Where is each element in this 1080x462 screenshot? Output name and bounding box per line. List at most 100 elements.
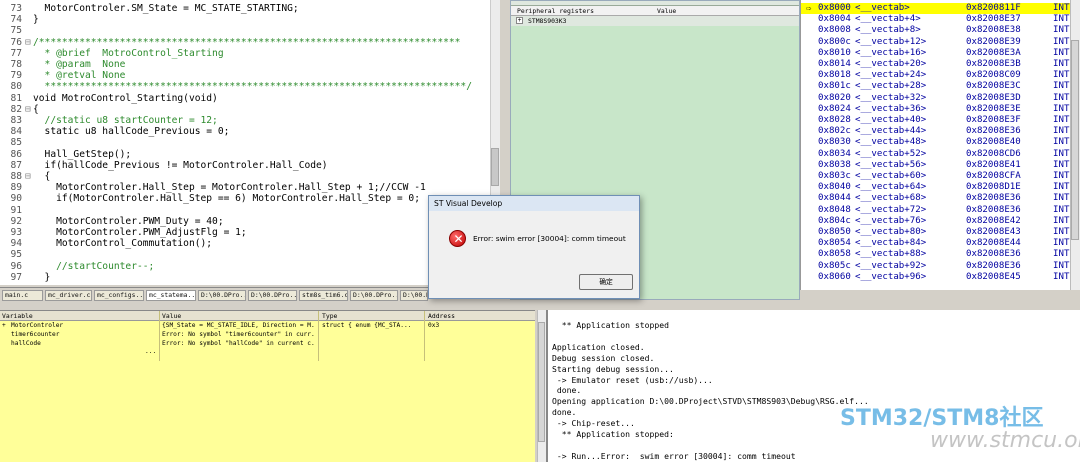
code-line[interactable]: 93 MotorControler.PWM_AdjustFlg = 1; (0, 227, 490, 238)
code-line[interactable]: 84 static u8 hallCode_Previous = 0; (0, 126, 490, 137)
vector-label: <__vectab+56> (855, 159, 927, 170)
code-line[interactable]: 95 (0, 249, 490, 260)
vector-type: INT (1053, 70, 1070, 81)
vector-row[interactable]: 0x8050 <__vectab+80> 0x82008E43 INT (801, 227, 1071, 238)
file-tab[interactable]: D:\00.DPro... (248, 290, 297, 301)
code-line[interactable]: 87 if(hallCode_Previous != MotorControle… (0, 160, 490, 171)
vector-label: <__vectab+52> (855, 148, 927, 159)
disassembly-view[interactable]: 0x8000 <__vectab> 0x8200811F INT 0x8004 <__ve… (800, 0, 1080, 290)
line-number: 92 (10, 215, 22, 227)
vector-label: <__vectab+40> (855, 115, 927, 125)
code-line[interactable]: 90 if(MotorControler.Hall_Step == 6) Mot… (0, 193, 490, 204)
code-line[interactable]: 82 ⊟{ (0, 104, 490, 115)
code-line[interactable]: 96 //startCounter--; (0, 261, 490, 272)
vector-row[interactable]: 0x8018 <__vectab+24> 0x82008C09 INT (801, 70, 1071, 81)
variable-row[interactable]: hallCode Error: No symbol "hallCode" in c… (0, 340, 535, 349)
code-line[interactable]: 78 * @param None (0, 59, 490, 70)
code-line[interactable]: 76 ⊟/************************************… (0, 37, 490, 48)
variable-row[interactable]: ... (0, 348, 535, 357)
vector-row[interactable]: 0x8044 <__vectab+68> 0x82008E36 INT (801, 193, 1071, 204)
file-tab[interactable]: D:\00.D (400, 290, 428, 301)
code-line[interactable]: 81 void MotroControl_Starting(void) (0, 93, 490, 104)
fold-icon[interactable]: ⊟ (25, 104, 33, 115)
disassembly-scrollbar-thumb[interactable] (1071, 40, 1079, 240)
line-number: 77 (10, 47, 22, 59)
vector-row[interactable]: 0x803c <__vectab+60> 0x82008CFA INT (801, 171, 1071, 182)
vector-row[interactable]: 0x802c <__vectab+44> 0x82008E36 INT (801, 126, 1071, 137)
file-tab[interactable]: D:\00.DPro... (350, 290, 398, 301)
variable-row[interactable]: + MotorControler {SM_State = MC_STATE_IDLE… (0, 322, 535, 331)
code-line[interactable]: 77 * @brief MotroControl_Starting (0, 48, 490, 59)
vector-row[interactable]: 0x8058 <__vectab+88> 0x82008E36 INT (801, 249, 1071, 260)
peripheral-row-name: STM8S903K3 (528, 17, 567, 25)
column-divider[interactable] (159, 311, 160, 361)
file-tab[interactable]: stm8s_tim6.c (299, 290, 348, 301)
code-line[interactable]: 92 MotorControler.PWM_Duty = 40; (0, 216, 490, 227)
vector-row[interactable]: 0x8048 <__vectab+72> 0x82008E36 INT (801, 205, 1071, 216)
vector-label: <__vectab+4> (855, 14, 921, 25)
console-scrollbar-thumb[interactable] (538, 322, 545, 442)
file-tab[interactable]: D:\00.DPro... (198, 290, 246, 301)
column-divider[interactable] (424, 311, 425, 361)
variable-name[interactable]: MotorControler (11, 322, 157, 331)
vector-row[interactable]: 0x8000 <__vectab> 0x8200811F INT (801, 3, 1071, 15)
vector-row[interactable]: 0x8038 <__vectab+56> 0x82008E41 INT (801, 160, 1071, 171)
code-line[interactable]: 73 MotorControler.SM_State = MC_STATE_ST… (0, 3, 490, 14)
code-line[interactable]: 97 } (0, 272, 490, 283)
code-line[interactable]: 88 ⊟ { (0, 171, 490, 182)
output-console[interactable]: ** Application stopped Application closed… (546, 310, 1080, 462)
code-line[interactable]: 74} (0, 14, 490, 25)
editor-scrollbar-thumb[interactable] (491, 148, 499, 186)
code-line[interactable]: 86 Hall_GetStep(); (0, 149, 490, 160)
code-editor[interactable]: 73 MotorControler.SM_State = MC_STATE_ST… (0, 0, 500, 285)
vector-label: <__vectab+92> (855, 260, 927, 271)
vector-address: 0x8008 (818, 25, 851, 36)
code-line[interactable]: 80 *************************************… (0, 81, 490, 92)
vector-value: 0x82008E3B (966, 59, 1021, 69)
vector-row[interactable]: 0x8008 <__vectab+8> 0x82008E38 INT (801, 25, 1071, 36)
vector-row[interactable]: 0x800c <__vectab+12> 0x82008E39 INT (801, 37, 1071, 48)
vector-type: INT (1053, 148, 1070, 159)
vector-row[interactable]: 0x805c <__vectab+92> 0x82008E36 INT (801, 261, 1071, 272)
variable-name[interactable]: timer6counter (11, 331, 157, 340)
variable-row[interactable]: timer6counter Error: No symbol "timer6cou… (0, 331, 535, 340)
vector-row[interactable]: 0x8040 <__vectab+64> 0x82008D1E INT (801, 182, 1071, 193)
code-line[interactable]: 89 MotorControler.Hall_Step = MotorContr… (0, 182, 490, 193)
vector-row[interactable]: 0x804c <__vectab+76> 0x82008E42 INT (801, 216, 1071, 227)
variable-value: Error: No symbol "timer6counter" in curr… (162, 330, 316, 338)
vector-row[interactable]: 0x8004 <__vectab+4> 0x82008E37 INT (801, 14, 1071, 25)
expand-icon[interactable]: + (516, 17, 523, 24)
vector-row[interactable]: 0x8030 <__vectab+48> 0x82008E40 INT (801, 137, 1071, 148)
vector-value: 0x82008E43 (966, 227, 1021, 237)
code-line[interactable]: 83 //static u8 startCounter = 12; (0, 115, 490, 126)
file-tab[interactable]: mc_driver.c (45, 290, 92, 301)
file-tab[interactable]: mc_configs... (94, 290, 144, 301)
expand-icon[interactable]: + (2, 322, 10, 331)
vector-row[interactable]: 0x8020 <__vectab+32> 0x82008E3D INT (801, 93, 1071, 104)
vector-row[interactable]: 0x8010 <__vectab+16> 0x82008E3A INT (801, 48, 1071, 59)
code-line[interactable]: 75 (0, 25, 490, 36)
vector-row[interactable]: 0x8024 <__vectab+36> 0x82008E3E INT (801, 104, 1071, 115)
variable-name[interactable]: hallCode (11, 340, 157, 349)
fold-icon[interactable]: ⊟ (25, 37, 33, 48)
code-line[interactable]: 79 * @retval None (0, 70, 490, 81)
ok-button[interactable]: 确定 (579, 274, 633, 290)
vector-row[interactable]: 0x8028 <__vectab+40> 0x82008E3F INT (801, 115, 1071, 126)
file-tab[interactable]: mc_statema... (146, 290, 196, 301)
code-line[interactable]: 85 (0, 137, 490, 148)
fold-icon[interactable]: ⊟ (25, 171, 33, 182)
column-divider[interactable] (318, 311, 319, 361)
vector-type: INT (1053, 126, 1070, 137)
vector-type: INT (1053, 92, 1070, 103)
vector-row[interactable]: 0x8054 <__vectab+84> 0x82008E44 INT (801, 238, 1071, 249)
code-line[interactable]: 94 MotorControl_Commutation(); (0, 238, 490, 249)
vector-row[interactable]: 0x8034 <__vectab+52> 0x82008CD6 INT (801, 149, 1071, 160)
line-number: 74 (10, 14, 22, 26)
vector-row[interactable]: 0x8014 <__vectab+20> 0x82008E3B INT (801, 59, 1071, 70)
vector-row[interactable]: 0x8060 <__vectab+96> 0x82008E45 INT (801, 272, 1071, 283)
file-tab[interactable]: main.c (2, 290, 43, 301)
peripheral-row[interactable]: + STM8S903K3 (511, 16, 799, 26)
code-text: //static u8 startCounter = 12; (33, 115, 218, 126)
code-line[interactable]: 91 (0, 205, 490, 216)
vector-row[interactable]: 0x801c <__vectab+28> 0x82008E3C INT (801, 81, 1071, 92)
